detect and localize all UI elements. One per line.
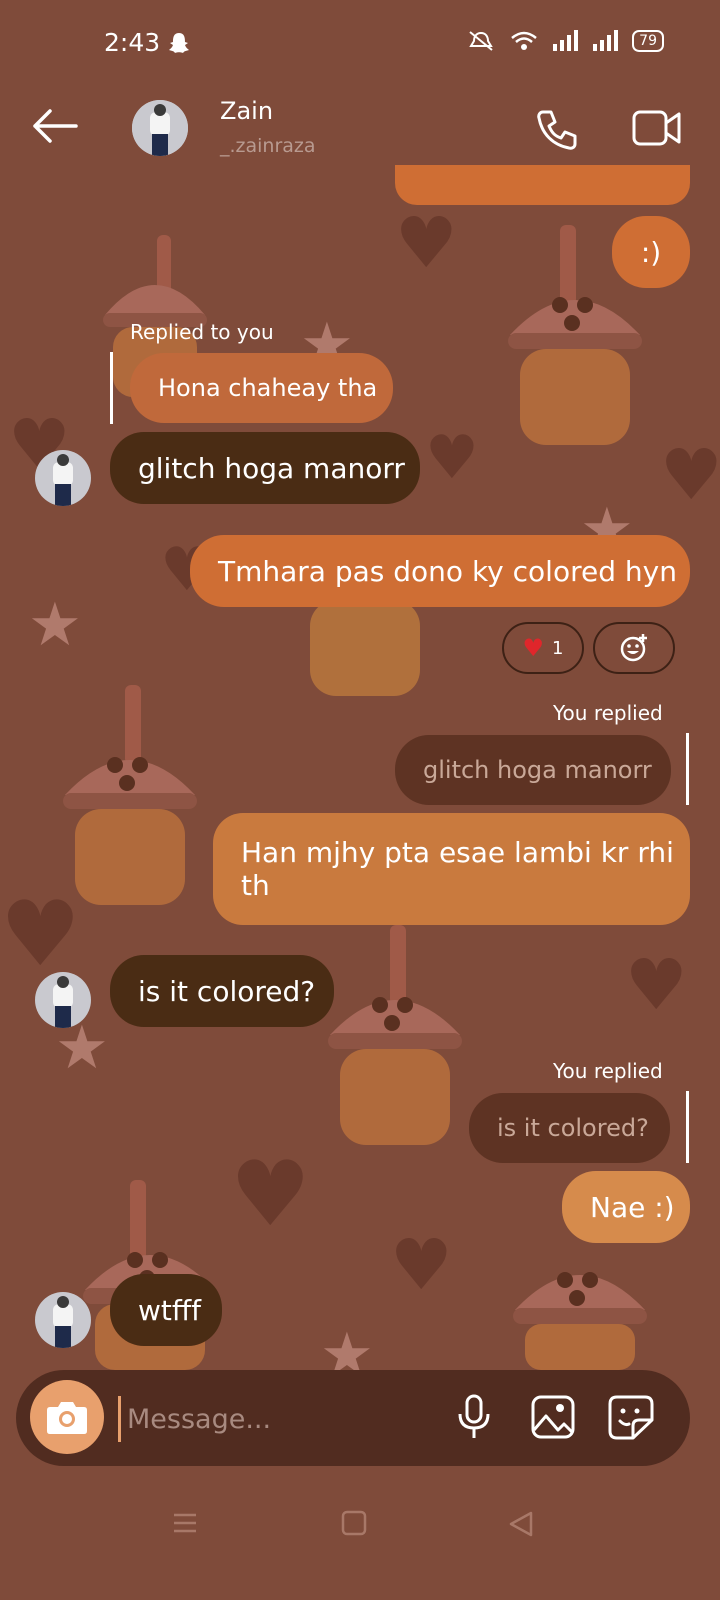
boba-cup-decoration bbox=[328, 925, 462, 1145]
add-emoji-icon bbox=[620, 634, 647, 662]
quoted-message[interactable]: is it colored? bbox=[469, 1093, 670, 1163]
message-text-line: Han mjhy pta esae lambi kr rhi bbox=[241, 836, 674, 869]
message-bubble-outgoing[interactable]: Han mjhy pta esae lambi kr rhi th bbox=[213, 813, 690, 925]
back-button[interactable] bbox=[32, 108, 78, 148]
heart-decoration: ♥ bbox=[395, 202, 458, 284]
message-text: glitch hoga manorr bbox=[138, 451, 405, 485]
sender-avatar[interactable] bbox=[35, 450, 91, 506]
quoted-message[interactable]: Hona chaheay tha bbox=[130, 353, 393, 423]
reaction-heart-button[interactable]: ♥ 1 bbox=[502, 622, 584, 674]
wifi-icon bbox=[511, 31, 537, 50]
heart-icon: ♥ bbox=[522, 634, 545, 662]
menu-nav-button[interactable] bbox=[172, 1510, 198, 1540]
battery-indicator: 79 bbox=[632, 30, 664, 52]
message-text: is it colored? bbox=[138, 974, 316, 1008]
message-bubble-outgoing[interactable]: Nae :) bbox=[562, 1171, 690, 1243]
back-nav-button[interactable] bbox=[507, 1510, 535, 1542]
mute-icon bbox=[469, 31, 493, 51]
image-icon bbox=[531, 1395, 575, 1439]
add-reaction-button[interactable] bbox=[593, 622, 675, 674]
heart-decoration: ♥ bbox=[425, 423, 479, 493]
video-camera-icon bbox=[632, 110, 681, 146]
heart-decoration: ♥ bbox=[230, 1142, 311, 1247]
message-bubble-partial[interactable] bbox=[395, 165, 690, 205]
star-decoration: ★ bbox=[28, 590, 82, 660]
message-bubble-outgoing[interactable]: Tmhara pas dono ky colored hyn bbox=[190, 535, 690, 607]
boba-cup-decoration bbox=[310, 600, 420, 696]
call-button[interactable] bbox=[535, 108, 579, 156]
boba-cup-decoration bbox=[63, 685, 197, 905]
message-text: :) bbox=[640, 235, 662, 269]
quoted-text: Hona chaheay tha bbox=[158, 374, 378, 402]
microphone-icon bbox=[458, 1394, 490, 1438]
camera-icon bbox=[47, 1402, 87, 1434]
quoted-message[interactable]: glitch hoga manorr bbox=[395, 735, 671, 805]
reply-indicator-bar bbox=[686, 1091, 689, 1163]
signal-icon bbox=[553, 30, 579, 51]
sender-avatar[interactable] bbox=[35, 1292, 91, 1348]
heart-decoration: ♥ bbox=[390, 1224, 453, 1306]
reaction-count: 1 bbox=[552, 637, 564, 659]
message-text-line: th bbox=[241, 869, 270, 902]
quoted-text: glitch hoga manorr bbox=[423, 756, 652, 784]
status-icons: 79 bbox=[466, 30, 664, 52]
home-nav-button[interactable] bbox=[341, 1510, 367, 1540]
phone-icon bbox=[537, 110, 577, 150]
snapchat-icon bbox=[168, 32, 190, 54]
gallery-button[interactable] bbox=[530, 1394, 576, 1444]
menu-icon bbox=[174, 1513, 196, 1533]
reply-label: You replied bbox=[553, 701, 663, 725]
heart-decoration: ♥ bbox=[625, 944, 688, 1026]
message-bubble-incoming[interactable]: is it colored? bbox=[110, 955, 334, 1027]
heart-decoration: ♥ bbox=[660, 434, 720, 516]
sticker-button[interactable] bbox=[607, 1394, 655, 1444]
quoted-text: is it colored? bbox=[497, 1114, 649, 1142]
square-icon bbox=[341, 1510, 367, 1536]
triangle-back-icon bbox=[509, 1511, 533, 1537]
message-input[interactable] bbox=[118, 1396, 429, 1442]
message-bubble-incoming[interactable]: glitch hoga manorr bbox=[110, 432, 420, 504]
message-bubble-outgoing[interactable]: :) bbox=[612, 216, 690, 288]
message-text: wtfff bbox=[138, 1293, 202, 1327]
reply-indicator-bar bbox=[686, 733, 689, 805]
signal-icon bbox=[593, 30, 619, 51]
message-text: Nae :) bbox=[590, 1190, 675, 1224]
reply-label: You replied bbox=[553, 1059, 663, 1083]
sticker-icon bbox=[608, 1395, 654, 1440]
contact-handle[interactable]: _.zainraza bbox=[220, 135, 316, 157]
arrow-left-icon bbox=[33, 109, 78, 143]
avatar[interactable] bbox=[132, 100, 188, 156]
reply-label: Replied to you bbox=[130, 320, 274, 344]
video-call-button[interactable] bbox=[632, 108, 682, 152]
sender-avatar[interactable] bbox=[35, 972, 91, 1028]
message-text: Tmhara pas dono ky colored hyn bbox=[218, 554, 677, 588]
microphone-button[interactable] bbox=[456, 1394, 492, 1444]
message-bubble-incoming[interactable]: wtfff bbox=[110, 1274, 222, 1346]
contact-name[interactable]: Zain bbox=[220, 97, 273, 125]
reply-indicator-bar bbox=[110, 352, 113, 424]
camera-button[interactable] bbox=[30, 1380, 104, 1454]
status-time: 2:43 bbox=[104, 28, 161, 57]
